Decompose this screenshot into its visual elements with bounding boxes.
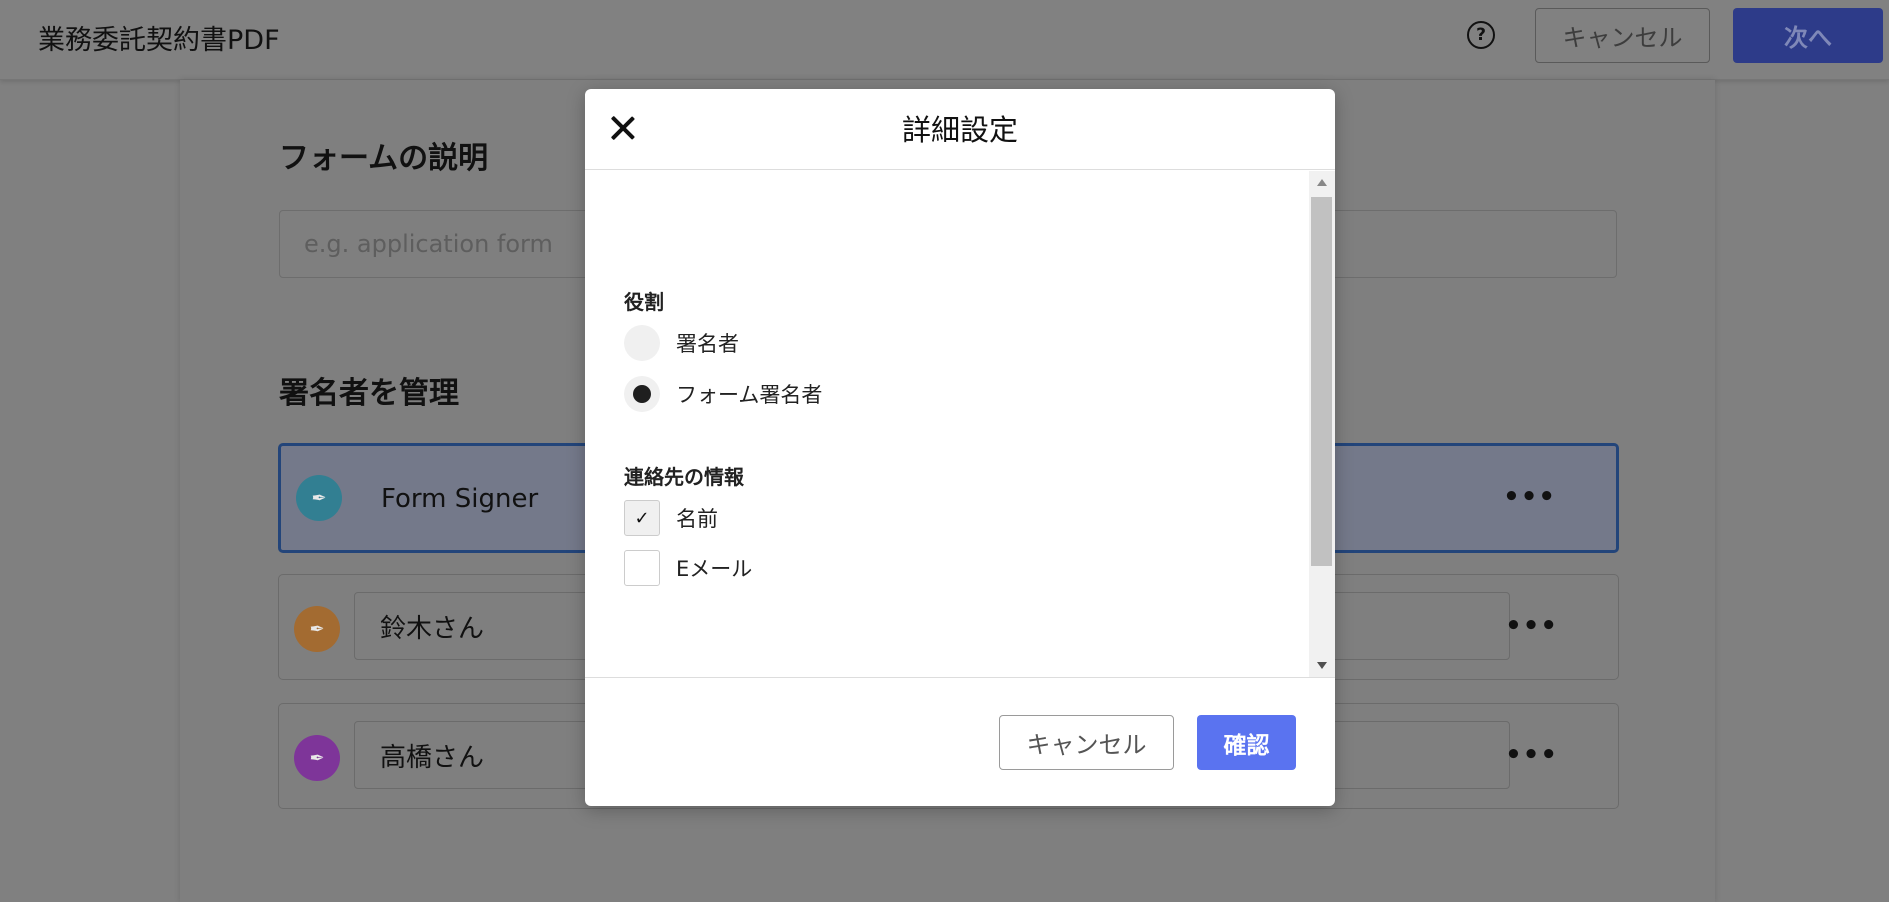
form-description-placeholder: e.g. application form [304,230,553,258]
more-options-icon[interactable]: ••• [1505,740,1558,770]
role-option-form-signer[interactable]: フォーム署名者 [624,376,822,412]
signer-name: Form Signer [381,484,539,514]
checkbox[interactable] [624,550,660,586]
dialog-cancel-button[interactable]: キャンセル [999,715,1174,770]
role-option-label: 署名者 [676,332,739,356]
next-button[interactable]: 次へ [1733,8,1883,63]
radio-button-selected[interactable] [624,376,660,412]
more-options-icon[interactable]: ••• [1505,611,1558,641]
contact-option-name[interactable]: ✓ 名前 [624,500,718,536]
role-option-label: フォーム署名者 [676,383,823,407]
role-option-signer[interactable]: 署名者 [624,325,739,361]
pen-icon: ✒ [296,475,342,521]
header-cancel-button[interactable]: キャンセル [1535,8,1710,63]
contact-option-email[interactable]: Eメール [624,550,752,586]
more-options-icon[interactable]: ••• [1503,482,1556,512]
dialog-footer: キャンセル 確認 [585,677,1335,806]
role-label: 役割 [624,290,664,314]
scroll-up-arrow-icon[interactable] [1317,179,1327,186]
top-header: 業務委託契約書PDF ? キャンセル 次へ [0,0,1889,80]
scroll-down-arrow-icon[interactable] [1317,662,1327,669]
document-title: 業務委託契約書PDF [38,25,280,56]
dialog-header: 詳細設定 [585,89,1335,170]
pen-icon: ✒ [294,735,340,781]
radio-button[interactable] [624,325,660,361]
signer-name: 鈴木さん [380,613,485,644]
checkbox-checked[interactable]: ✓ [624,500,660,536]
signer-name: 高橋さん [380,742,485,773]
confirm-button[interactable]: 確認 [1197,715,1296,770]
contact-option-label: Eメール [676,557,753,581]
dialog-body: 役割 署名者 フォーム署名者 連絡先の情報 ✓ 名前 Eメール [585,171,1335,677]
advanced-settings-dialog: 詳細設定 役割 署名者 フォーム署名者 連絡先の情報 ✓ 名前 Eメール キャン… [585,89,1335,806]
radio-dot-icon [633,385,651,403]
manage-signers-title: 署名者を管理 [279,376,459,411]
dialog-title: 詳細設定 [901,113,1018,147]
contact-option-label: 名前 [676,507,718,531]
pen-icon: ✒ [294,606,340,652]
dialog-scrollbar[interactable] [1309,171,1335,677]
form-description-title: フォームの説明 [279,141,489,176]
scroll-thumb[interactable] [1311,197,1332,566]
check-icon: ✓ [634,507,650,529]
contact-info-label: 連絡先の情報 [624,465,744,489]
help-icon[interactable]: ? [1467,21,1495,49]
